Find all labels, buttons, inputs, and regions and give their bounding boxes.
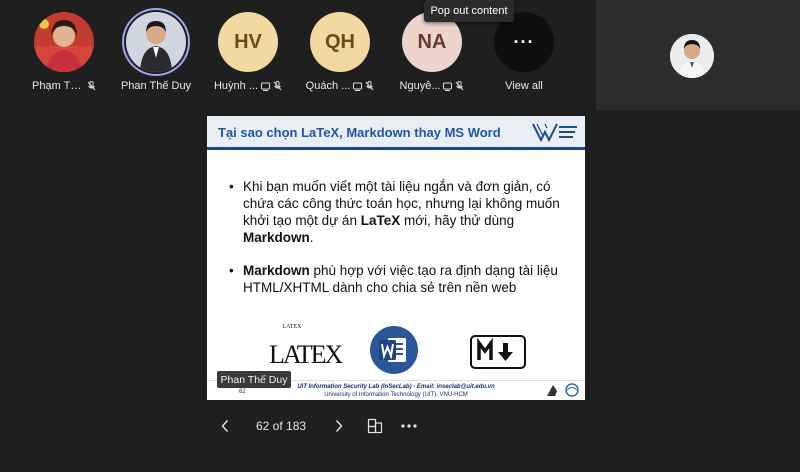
avatar [126,12,186,72]
word-logo-icon [370,326,418,374]
previous-slide-button[interactable] [214,415,236,437]
more-options-button[interactable] [398,415,420,437]
chevron-right-icon [336,420,343,432]
more-icon [401,424,417,428]
mic-off-icon [365,81,374,91]
bullet-bold-text: LaTeX [360,213,401,228]
footer-line: University of Information Technology (UI… [324,392,468,398]
footer-logo-icon [545,382,581,398]
bullet-bold-text: Markdown [243,230,310,245]
page-counter: 62 of 183 [256,419,307,433]
shared-slide: Tại sao chọn LaTeX, Markdown thay MS Wor… [207,116,585,400]
avatar: HV [218,12,278,72]
mic-off-icon [455,81,464,91]
latex-big-label: LATEX [269,340,343,369]
mic-off-icon [273,81,282,91]
participant-name: Phạm Thị ... [32,80,84,92]
grid-view-icon [367,418,383,434]
bullet-text: . [309,230,314,245]
presenter-name-tag: Phan Thế Duy [217,371,291,388]
participant-tile[interactable]: NA Nguyễ... [392,12,472,92]
pop-out-tooltip: Pop out content [424,0,514,22]
participant-name: Huỳnh ... [213,80,259,92]
participant-name: Phan Thế Duy [120,80,192,92]
participant-tile[interactable]: Phạm Thị ... [24,12,104,92]
share-status-icon [353,81,363,91]
slide-body: Khi bạn muốn viết một tài liệu ngắn và đ… [207,150,585,296]
bullet-item: Khi bạn muốn viết một tài liệu ngắn và đ… [229,178,567,246]
chevron-left-icon [221,420,229,432]
bullet-item: Markdown phù hợp với việc tạo ra định dạ… [229,262,567,296]
share-status-icon [261,81,271,91]
mic-off-icon [87,81,96,91]
avatar: QH [310,12,370,72]
markdown-logo-icon [470,335,526,369]
bullet-text: mới, hãy thử dùng [400,213,515,228]
participant-name: Quách ... [305,80,351,92]
slide-header: Tại sao chọn LaTeX, Markdown thay MS Wor… [207,116,585,150]
view-all-button[interactable]: ··· View all [484,12,564,92]
footer-page-number: 62 [239,389,246,395]
latex-small-label: LATEX [282,324,302,330]
slide-navigation: 62 of 183 [214,414,420,438]
meeting-stage: Phạm Thị ... Phan Thế Duy HV Huỳnh ... [0,0,800,472]
participant-tile[interactable]: Phan Thế Duy [116,12,196,92]
slide-title: Tại sao chọn LaTeX, Markdown thay MS Wor… [218,125,501,140]
bullet-bold-text: Markdown [243,263,310,278]
avatar [34,12,94,72]
view-all-label: View all [505,80,543,92]
participant-tile[interactable]: HV Huỳnh ... [208,12,288,92]
avatar [670,34,714,78]
participant-name: Nguyễ... [399,80,441,92]
university-logo-icon [531,122,579,143]
latex-logo-icon: LATEX LATEX [269,324,343,378]
next-slide-button[interactable] [328,415,350,437]
participant-tile[interactable]: QH Quách ... [300,12,380,92]
self-video-tile[interactable] [596,0,800,110]
share-status-icon [443,81,453,91]
grid-view-button[interactable] [364,415,386,437]
